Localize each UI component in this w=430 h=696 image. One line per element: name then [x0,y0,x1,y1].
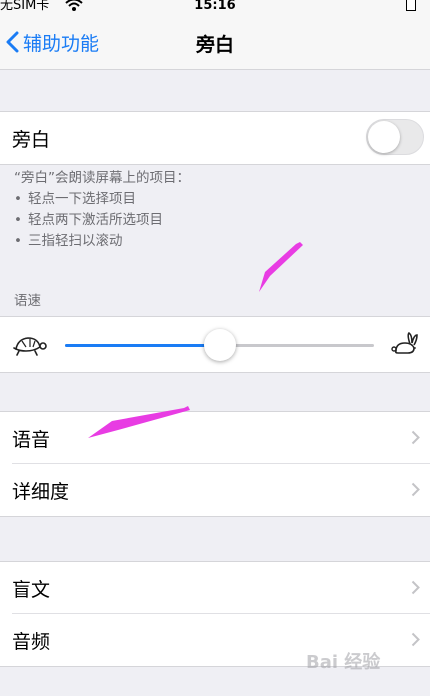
chevron-left-icon [6,31,19,53]
chevron-right-icon [411,632,420,647]
turtle-icon [13,337,47,356]
settings-row-verbosity[interactable]: 详细度 [0,464,430,516]
description-item: • 三指轻扫以滚动 [14,233,123,249]
status-time: 15:16 [194,0,236,13]
braille-label: 盲文 [12,579,51,601]
voiceover-description: “旁白”会朗读屏幕上的项目： • 轻点一下选择项目 • 轻点两下激活所选项目 • 三指… [14,168,190,252]
back-label: 辅助功能 [23,32,100,55]
voiceover-group: 旁白 [0,111,430,165]
verbosity-label: 详细度 [12,481,70,503]
voiceover-toggle[interactable] [366,119,424,155]
description-item: • 轻点两下激活所选项目 [14,212,163,228]
speech-rate-header: 语速 [14,293,41,309]
voiceover-label: 旁白 [12,129,51,151]
annotation-arrow-icon [259,242,303,292]
description-intro: “旁白”会朗读屏幕上的项目： [14,170,190,186]
voiceover-cell: 旁白 [0,112,430,164]
voice-group: 语音 详细度 [0,411,430,517]
back-button[interactable]: 辅助功能 [6,29,99,55]
chevron-right-icon [411,482,420,497]
description-item: • 轻点一下选择项目 [14,191,136,207]
audio-label: 音频 [12,631,51,653]
battery-icon [406,0,416,11]
settings-row-braille[interactable]: 盲文 [0,562,430,614]
toggle-knob [368,121,400,153]
chevron-right-icon [411,580,420,595]
slider-thumb[interactable] [203,329,236,361]
watermark-logo: Bai 经验 [306,652,381,673]
speech-rate-group [0,316,430,373]
voice-label: 语音 [12,429,51,451]
status-bar: 无SIM卡 15:16 [0,0,430,14]
speech-rate-slider[interactable] [65,329,374,361]
chevron-right-icon [411,430,420,445]
rabbit-icon [391,331,418,354]
settings-row-voice[interactable]: 语音 [0,412,430,464]
navigation-bar: 辅助功能 旁白 [0,14,430,70]
slider-fill [65,344,220,347]
